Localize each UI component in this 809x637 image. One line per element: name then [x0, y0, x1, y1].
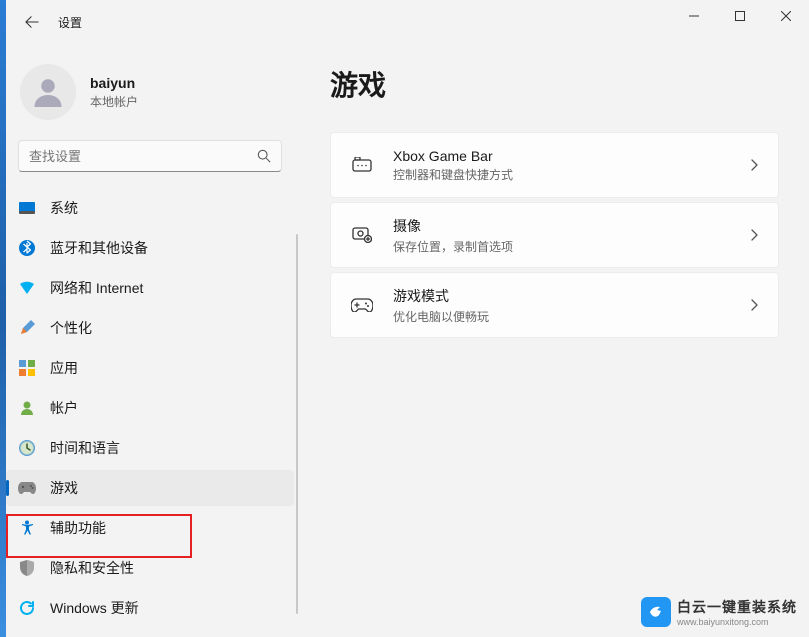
- window-title: 设置: [58, 14, 82, 31]
- card-title: Xbox Game Bar: [393, 148, 750, 164]
- watermark: 白云一键重装系统 www.baiyunxitong.com: [641, 597, 797, 627]
- sidebar-item-privacy[interactable]: 隐私和安全性: [6, 550, 294, 586]
- sidebar-item-apps[interactable]: 应用: [6, 350, 294, 386]
- user-account-type: 本地帐户: [90, 93, 138, 110]
- person-icon: [30, 74, 66, 110]
- sidebar-item-gaming[interactable]: 游戏: [6, 470, 294, 506]
- sidebar-item-bluetooth[interactable]: 蓝牙和其他设备: [6, 230, 294, 266]
- chevron-right-icon: [750, 159, 758, 171]
- apps-icon: [18, 359, 36, 377]
- nav-list: 系统 蓝牙和其他设备 网络和 Internet 个性化 应用 帐户: [0, 190, 300, 626]
- card-title: 摄像: [393, 216, 750, 236]
- sidebar-item-label: 个性化: [50, 318, 92, 338]
- sidebar-scrollbar[interactable]: [296, 234, 298, 614]
- sidebar-item-label: 游戏: [50, 478, 78, 498]
- watermark-url: www.baiyunxitong.com: [677, 617, 797, 627]
- watermark-title: 白云一键重装系统: [677, 597, 797, 617]
- search-box[interactable]: [18, 140, 282, 172]
- back-arrow-icon: [25, 15, 39, 29]
- sidebar-item-network[interactable]: 网络和 Internet: [6, 270, 294, 306]
- card-xbox-game-bar[interactable]: Xbox Game Bar 控制器和键盘快捷方式: [330, 132, 779, 198]
- card-subtitle: 控制器和键盘快捷方式: [393, 166, 750, 183]
- sidebar-item-system[interactable]: 系统: [6, 190, 294, 226]
- bluetooth-icon: [18, 239, 36, 257]
- system-icon: [18, 199, 36, 217]
- card-captures[interactable]: 摄像 保存位置，录制首选项: [330, 202, 779, 268]
- gamemode-icon: [351, 294, 373, 316]
- chevron-right-icon: [750, 299, 758, 311]
- capture-icon: [351, 224, 373, 246]
- personalize-icon: [18, 319, 36, 337]
- card-title: 游戏模式: [393, 286, 750, 306]
- card-subtitle: 保存位置，录制首选项: [393, 238, 750, 255]
- gaming-icon: [18, 479, 36, 497]
- accessibility-icon: [18, 519, 36, 537]
- user-block[interactable]: baiyun 本地帐户: [0, 56, 300, 140]
- sidebar-item-label: 蓝牙和其他设备: [50, 238, 148, 258]
- gamebar-icon: [351, 154, 373, 176]
- sidebar-item-label: 系统: [50, 198, 78, 218]
- watermark-logo-icon: [641, 597, 671, 627]
- minimize-button[interactable]: [671, 0, 717, 32]
- sidebar-item-update[interactable]: Windows 更新: [6, 590, 294, 626]
- close-icon: [781, 11, 791, 21]
- accounts-icon: [18, 399, 36, 417]
- user-name: baiyun: [90, 75, 138, 91]
- maximize-icon: [735, 11, 745, 21]
- sidebar-item-label: 网络和 Internet: [50, 278, 143, 298]
- maximize-button[interactable]: [717, 0, 763, 32]
- update-icon: [18, 599, 36, 617]
- sidebar-item-label: Windows 更新: [50, 598, 139, 618]
- minimize-icon: [689, 11, 699, 21]
- network-icon: [18, 279, 36, 297]
- main-content: 游戏 Xbox Game Bar 控制器和键盘快捷方式 摄像 保存位置，录制首选…: [300, 44, 809, 637]
- card-subtitle: 优化电脑以便畅玩: [393, 308, 750, 325]
- search-input[interactable]: [29, 149, 257, 164]
- sidebar-item-label: 隐私和安全性: [50, 558, 134, 578]
- sidebar: baiyun 本地帐户 系统 蓝牙和其他设备 网络和 Internet: [0, 44, 300, 637]
- page-title: 游戏: [330, 64, 779, 104]
- privacy-icon: [18, 559, 36, 577]
- close-button[interactable]: [763, 0, 809, 32]
- card-game-mode[interactable]: 游戏模式 优化电脑以便畅玩: [330, 272, 779, 338]
- sidebar-item-label: 应用: [50, 358, 78, 378]
- search-icon: [257, 149, 271, 163]
- sidebar-item-accessibility[interactable]: 辅助功能: [6, 510, 294, 546]
- sidebar-item-label: 时间和语言: [50, 438, 120, 458]
- sidebar-item-time[interactable]: 时间和语言: [6, 430, 294, 466]
- sidebar-item-personalize[interactable]: 个性化: [6, 310, 294, 346]
- titlebar: 设置: [0, 0, 809, 44]
- avatar: [20, 64, 76, 120]
- window-controls: [671, 0, 809, 32]
- sidebar-item-label: 辅助功能: [50, 518, 106, 538]
- chevron-right-icon: [750, 229, 758, 241]
- time-icon: [18, 439, 36, 457]
- sidebar-item-accounts[interactable]: 帐户: [6, 390, 294, 426]
- sidebar-item-label: 帐户: [50, 398, 78, 418]
- back-button[interactable]: [18, 8, 46, 36]
